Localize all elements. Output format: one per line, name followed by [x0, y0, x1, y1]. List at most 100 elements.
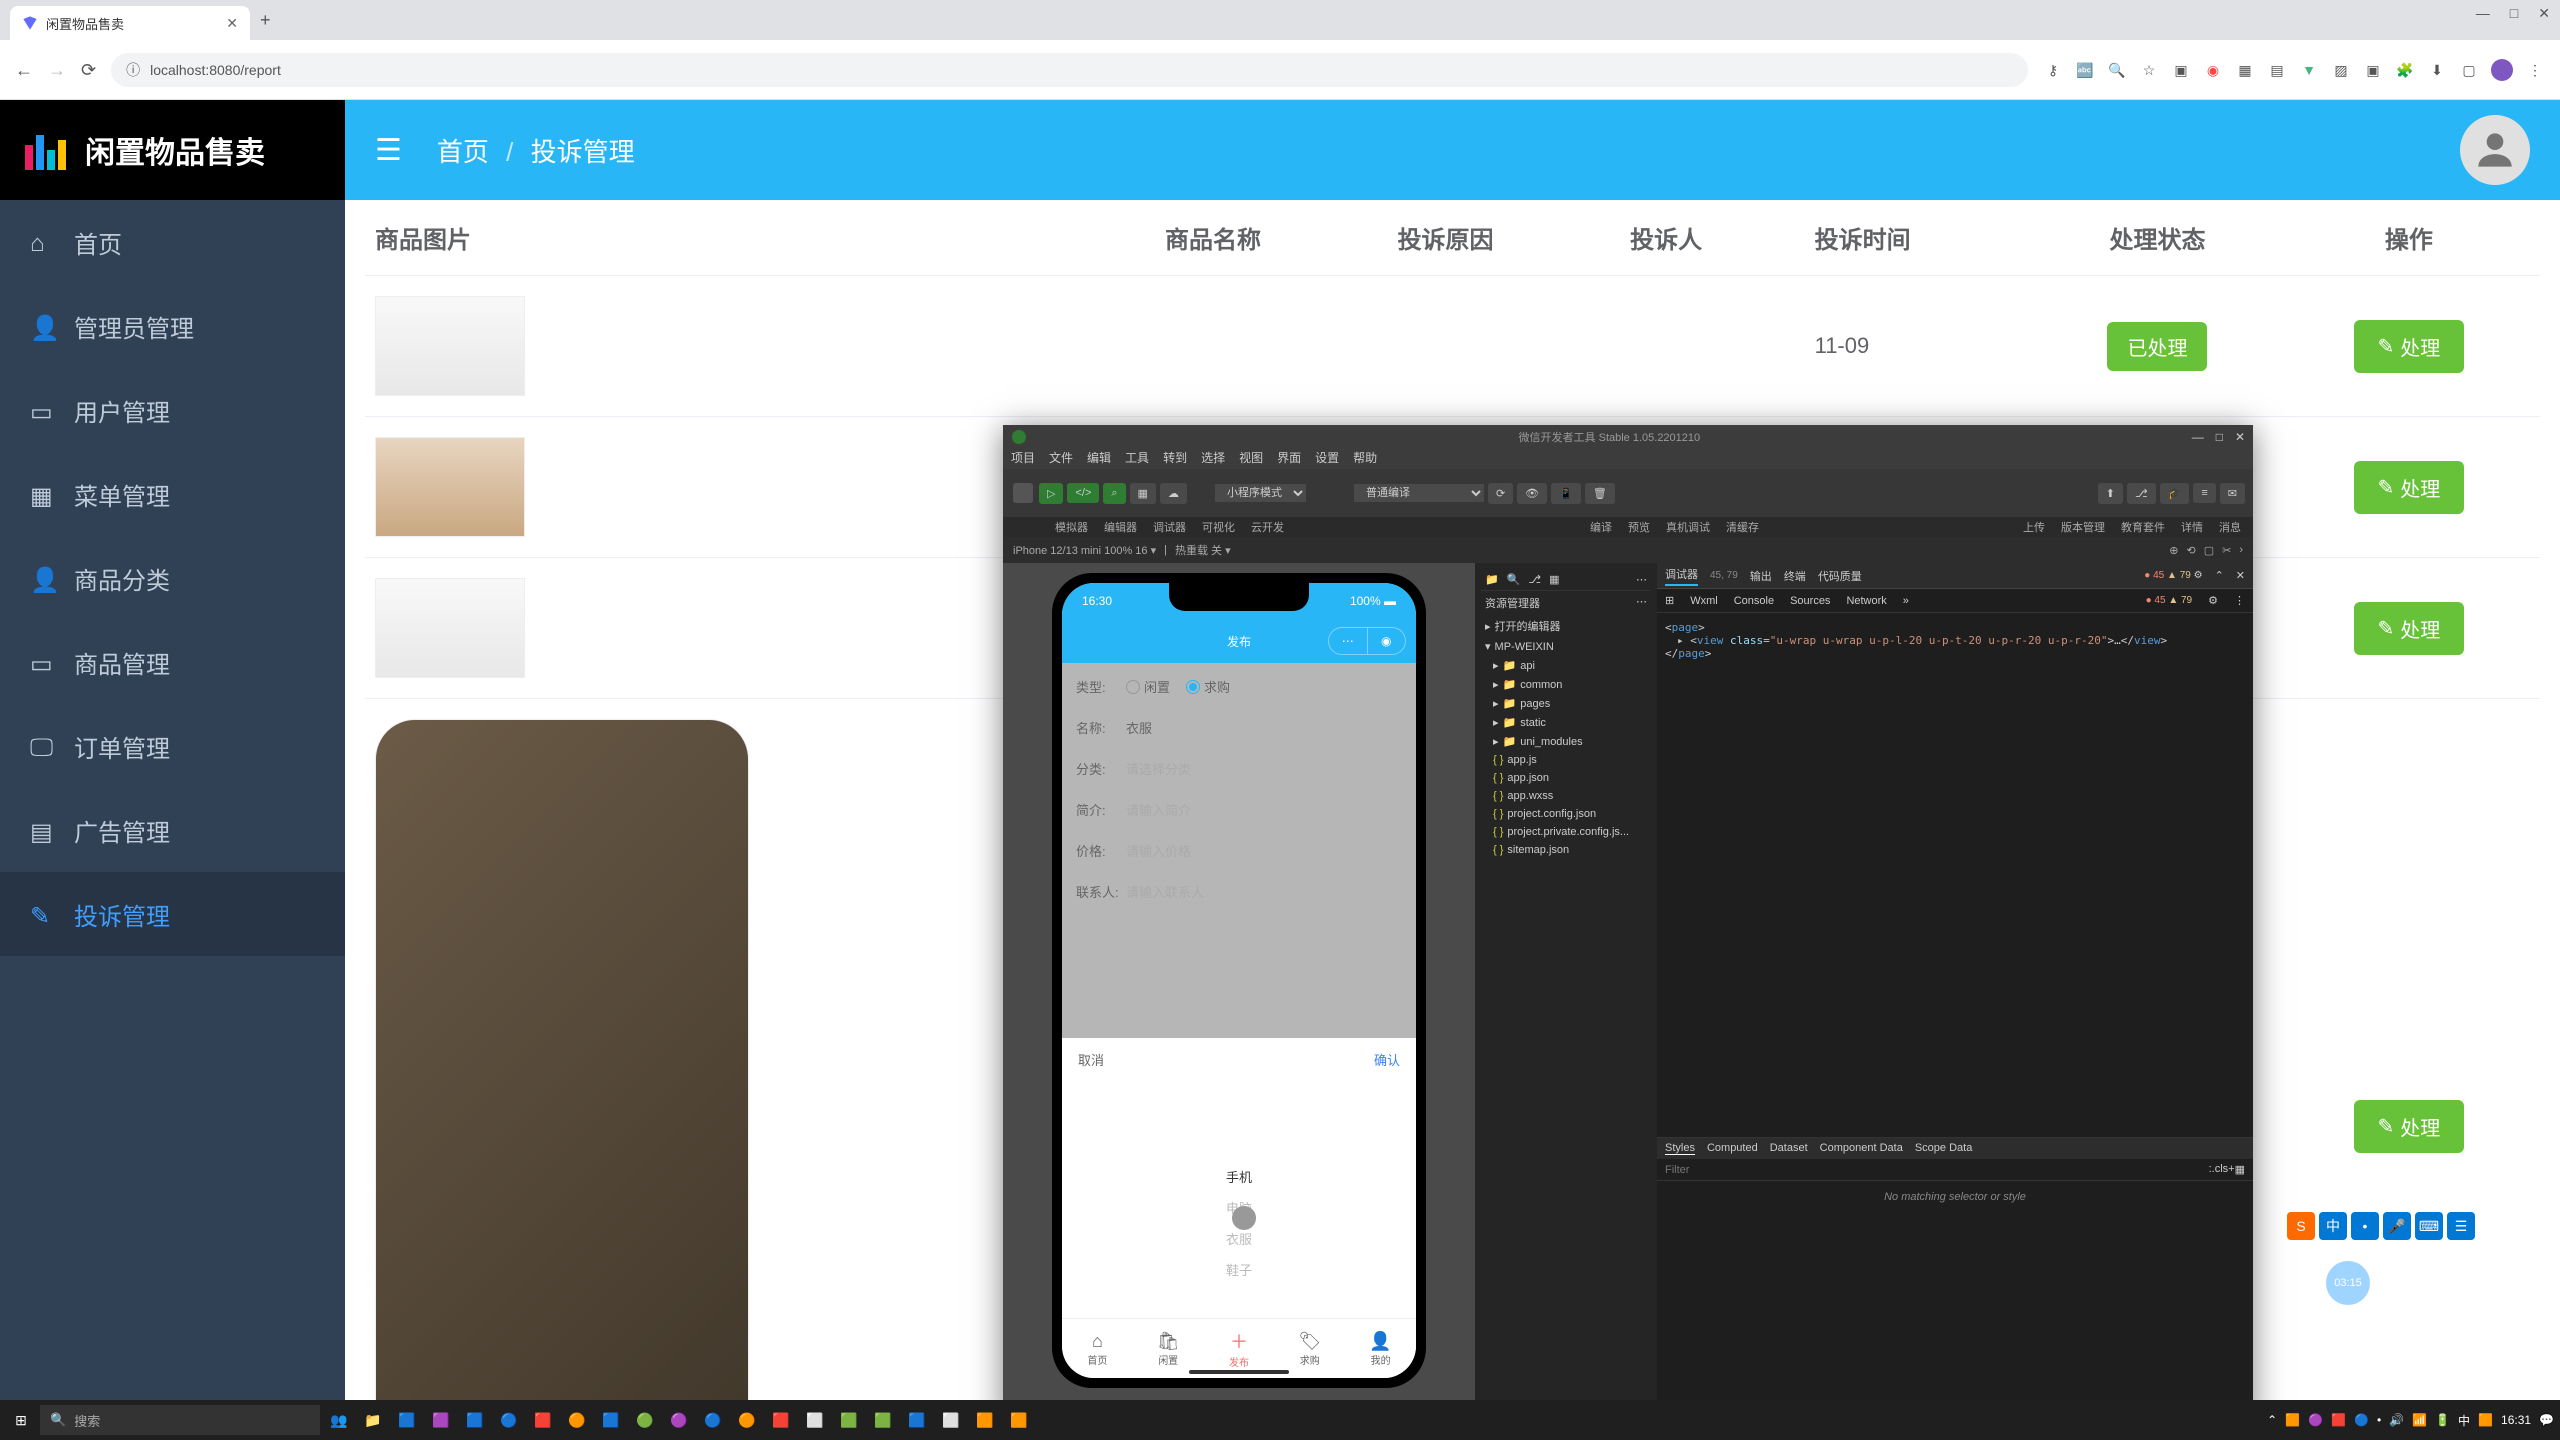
subtab-sources[interactable]: Sources — [1790, 595, 1830, 607]
ext-icon[interactable]: ▣ — [2363, 60, 2383, 80]
maximize-icon[interactable]: □ — [2216, 430, 2223, 444]
ext-icon[interactable]: ▣ — [2171, 60, 2191, 80]
tray-icon[interactable]: ⌃ — [2267, 1413, 2277, 1427]
icon[interactable]: ⊕ — [2169, 544, 2178, 557]
ime-mic-icon[interactable]: 🎤 — [2383, 1212, 2411, 1240]
picker-cancel[interactable]: 取消 — [1078, 1050, 1104, 1069]
upload-icon[interactable]: ⬆ — [2098, 483, 2123, 504]
task-icon[interactable]: 🟠 — [732, 1405, 762, 1435]
tab-quality[interactable]: 代码质量 — [1818, 568, 1862, 584]
menu-设置[interactable]: 设置 — [1315, 449, 1339, 469]
more-tabs-icon[interactable]: » — [1903, 595, 1909, 607]
sogou-icon[interactable]: S — [2287, 1212, 2315, 1240]
maximize-icon[interactable]: □ — [2510, 5, 2518, 22]
menu-文件[interactable]: 文件 — [1049, 449, 1073, 469]
sidebar-item-0[interactable]: ⌂首页 — [0, 200, 345, 284]
close-icon[interactable]: ✕ — [2538, 5, 2550, 22]
ime-icon[interactable]: ☰ — [2447, 1212, 2475, 1240]
more-icon[interactable]: ⋯ — [1636, 573, 1647, 586]
tree-section[interactable]: ▾ MP-WEIXIN — [1481, 637, 1651, 656]
clear-icon[interactable]: 🗑 — [1585, 483, 1615, 504]
task-icon[interactable]: 🟦 — [902, 1405, 932, 1435]
detail-icon[interactable]: ≡ — [2193, 483, 2215, 503]
settings-icon[interactable]: ⚙ — [2194, 570, 2203, 581]
url-input[interactable]: ⓘ localhost:8080/report — [111, 53, 2028, 87]
msg-icon[interactable]: ✉ — [2220, 483, 2245, 504]
tree-node[interactable]: { } app.json — [1481, 769, 1651, 787]
menu-界面[interactable]: 界面 — [1277, 449, 1301, 469]
tray-icon[interactable]: 🟣 — [2308, 1413, 2323, 1427]
tree-node[interactable]: ▸ 📁 static — [1481, 713, 1651, 732]
tray-icon[interactable]: 🔋 — [2435, 1413, 2450, 1427]
back-button[interactable]: ← — [15, 60, 33, 81]
ime-toolbar[interactable]: S 中 • 🎤 ⌨ ☰ — [2287, 1212, 2475, 1240]
tree-node[interactable]: ▸ 📁 common — [1481, 675, 1651, 694]
site-info-icon[interactable]: ⓘ — [126, 60, 140, 80]
tab-close-icon[interactable]: ✕ — [226, 15, 238, 32]
intro-input[interactable]: 请输入简介 — [1126, 800, 1191, 819]
task-icon[interactable]: ⬜ — [936, 1405, 966, 1435]
tab-output[interactable]: 输出 — [1750, 568, 1772, 584]
sidebar-item-7[interactable]: ▤广告管理 — [0, 788, 345, 872]
radio-idle[interactable]: 闲置 — [1126, 677, 1170, 696]
tree-section[interactable]: ▸ 打开的编辑器 — [1481, 615, 1651, 637]
search-icon[interactable]: 🔍 — [1507, 573, 1521, 586]
mode-dropdown[interactable]: 小程序模式 — [1215, 484, 1306, 502]
wechat-devtools-window[interactable]: 微信开发者工具 Stable 1.05.2201210 — □ ✕ 项目文件编辑… — [1003, 425, 2253, 1423]
tray-icon[interactable]: 📶 — [2412, 1413, 2427, 1427]
task-icon[interactable]: 🟦 — [392, 1405, 422, 1435]
start-button[interactable]: ⊞ — [6, 1405, 36, 1435]
minimize-icon[interactable]: — — [2192, 430, 2204, 444]
ime-icon[interactable]: ⌨ — [2415, 1212, 2443, 1240]
close-icon[interactable]: ✕ — [2236, 569, 2245, 582]
tab-component[interactable]: Component Data — [1820, 1142, 1903, 1155]
device-icon[interactable]: 📱 — [1551, 483, 1581, 504]
ime-icon[interactable]: 🟧 — [2478, 1413, 2493, 1427]
sidebar-item-1[interactable]: 👤管理员管理 — [0, 284, 345, 368]
tree-node[interactable]: { } app.wxss — [1481, 787, 1651, 805]
icon[interactable]: ▢ — [2204, 544, 2214, 557]
subtab-wxml[interactable]: Wxml — [1690, 595, 1718, 607]
code-button[interactable]: </> — [1067, 483, 1099, 503]
tree-node[interactable]: { } sitemap.json — [1481, 841, 1651, 859]
styles-filter-input[interactable] — [1665, 1163, 2209, 1176]
wechat-icon[interactable]: 🟢 — [630, 1405, 660, 1435]
notification-icon[interactable]: 💬 — [2539, 1413, 2554, 1427]
breadcrumb-home[interactable]: 首页 — [437, 137, 489, 167]
ext-icon[interactable]: ▦ — [2235, 60, 2255, 80]
tabbar-item-0[interactable]: ⌂首页 — [1062, 1319, 1133, 1378]
tree-node[interactable]: ▸ 📁 pages — [1481, 694, 1651, 713]
task-icon[interactable]: 🟥 — [528, 1405, 558, 1435]
ext-icon[interactable]: ▨ — [2331, 60, 2351, 80]
wxml-code[interactable]: <page> ▸ <view class="u-wrap u-wrap u-p-… — [1657, 613, 2253, 668]
sidebar-item-3[interactable]: ▦菜单管理 — [0, 452, 345, 536]
layout-icon[interactable]: ▦ — [2235, 1163, 2245, 1176]
translate-icon[interactable]: 🔤 — [2075, 60, 2095, 80]
tab-dataset[interactable]: Dataset — [1770, 1142, 1808, 1155]
tab-debugger[interactable]: 调试器 — [1665, 566, 1698, 586]
task-icon[interactable]: 🟧 — [970, 1405, 1000, 1435]
process-button[interactable]: ✎ 处理 — [2354, 602, 2465, 655]
tree-node[interactable]: { } app.js — [1481, 751, 1651, 769]
device-info[interactable]: iPhone 12/13 mini 100% 16 ▾ — [1013, 544, 1156, 557]
process-button[interactable]: ✎ 处理 — [2354, 1100, 2465, 1153]
git-icon[interactable]: ⎇ — [1528, 573, 1541, 586]
devtools-titlebar[interactable]: 微信开发者工具 Stable 1.05.2201210 — □ ✕ — [1003, 425, 2253, 449]
play-button[interactable]: ▷ — [1039, 483, 1063, 504]
menu-编辑[interactable]: 编辑 — [1087, 449, 1111, 469]
collapse-icon[interactable]: ⌃ — [2215, 569, 2224, 582]
browser-tab[interactable]: 闲置物品售卖 ✕ — [10, 6, 250, 40]
chrome-icon[interactable]: 🔵 — [494, 1405, 524, 1435]
task-icon[interactable]: 🟦 — [596, 1405, 626, 1435]
menu-转到[interactable]: 转到 — [1163, 449, 1187, 469]
taskbar-search[interactable]: 🔍 搜索 — [40, 1405, 320, 1435]
subtab-console[interactable]: Console — [1734, 595, 1774, 607]
sidebar-item-2[interactable]: ▭用户管理 — [0, 368, 345, 452]
element-picker-icon[interactable]: ⊞ — [1665, 594, 1674, 607]
sidebar-item-4[interactable]: 👤商品分类 — [0, 536, 345, 620]
subtab-network[interactable]: Network — [1846, 595, 1886, 607]
vue-icon[interactable]: ▼ — [2299, 60, 2319, 80]
ext-icon[interactable]: ⚷ — [2043, 60, 2063, 80]
explorer-icon[interactable]: 📁 — [358, 1405, 388, 1435]
capsule-button[interactable]: ⋯ ◉ — [1328, 627, 1406, 655]
